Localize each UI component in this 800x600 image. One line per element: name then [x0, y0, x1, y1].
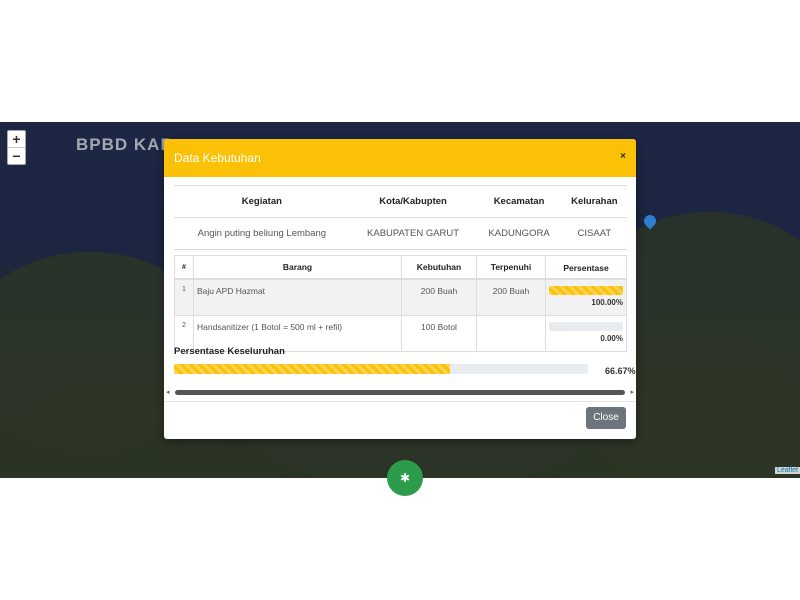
progress-fill — [549, 286, 623, 295]
column-header-terpenuhi: Terpenuhi — [476, 255, 546, 280]
overall-progress-fill — [174, 364, 450, 374]
progress-bar — [549, 322, 623, 331]
column-header-kecamatan: Kecamatan — [476, 185, 562, 218]
zoom-control: + − — [7, 130, 26, 165]
cell-persentase: 0.00% — [545, 315, 627, 352]
column-header-kebutuhan: Kebutuhan — [401, 255, 477, 280]
cell-persentase: 100.00% — [545, 278, 627, 316]
cell-kota: KABUPATEN GARUT — [349, 217, 477, 250]
close-button[interactable]: Close — [586, 407, 626, 429]
cell-num: 1 — [174, 278, 194, 316]
modal-title: Data Kebutuhan — [174, 151, 261, 165]
column-header-num: # — [174, 255, 194, 280]
scrollbar-thumb[interactable] — [175, 390, 625, 395]
cell-terpenuhi — [476, 315, 546, 352]
progress-label: 100.00% — [591, 298, 623, 307]
table-row: 1 Baju APD Hazmat 200 Buah 200 Buah 100.… — [174, 278, 627, 316]
table-row: Angin puting beliung Lembang KABUPATEN G… — [174, 217, 627, 250]
column-header-kota: Kota/Kabupten — [349, 185, 477, 218]
event-table: Kegiatan Kota/Kabupten Kecamatan Kelurah… — [174, 185, 627, 250]
horizontal-scrollbar[interactable]: ◂ ▸ — [166, 388, 634, 397]
map-attribution[interactable]: Leaflet — [774, 467, 800, 474]
overall-percentage-value: 66.67% — [605, 366, 636, 376]
column-header-kegiatan: Kegiatan — [174, 185, 350, 218]
cell-kegiatan: Angin puting beliung Lembang — [174, 217, 350, 250]
cell-kebutuhan: 100 Botol — [401, 315, 477, 352]
footer-divider — [164, 401, 636, 402]
column-header-persentase: Persentase — [545, 255, 627, 280]
asterisk-icon: ✱ — [399, 471, 411, 485]
cell-kebutuhan: 200 Buah — [401, 278, 477, 316]
scroll-right-icon[interactable]: ▸ — [630, 388, 634, 396]
fab-button[interactable]: ✱ — [387, 460, 423, 496]
scroll-left-icon[interactable]: ◂ — [166, 388, 170, 396]
data-kebutuhan-modal: Data Kebutuhan × Kegiatan Kota/Kabupten … — [164, 139, 636, 439]
column-header-kelurahan: Kelurahan — [561, 185, 627, 218]
cell-barang: Baju APD Hazmat — [193, 278, 402, 316]
zoom-in-button[interactable]: + — [8, 131, 25, 147]
cell-kecamatan: KADUNGORA — [476, 217, 562, 250]
overall-percentage-label: Persentase Keseluruhan — [174, 346, 285, 357]
progress-label: 0.00% — [600, 334, 623, 343]
column-header-barang: Barang — [193, 255, 402, 280]
map-title: BPBD KAB — [76, 135, 174, 154]
modal-header: Data Kebutuhan × — [164, 139, 636, 177]
cell-terpenuhi: 200 Buah — [476, 278, 546, 316]
close-icon[interactable]: × — [620, 151, 626, 162]
items-table: # Barang Kebutuhan Terpenuhi Persentase … — [174, 255, 627, 352]
overall-progress-bar — [174, 364, 588, 374]
progress-bar — [549, 286, 623, 295]
zoom-out-button[interactable]: − — [8, 147, 25, 164]
cell-kelurahan: CISAAT — [561, 217, 627, 250]
